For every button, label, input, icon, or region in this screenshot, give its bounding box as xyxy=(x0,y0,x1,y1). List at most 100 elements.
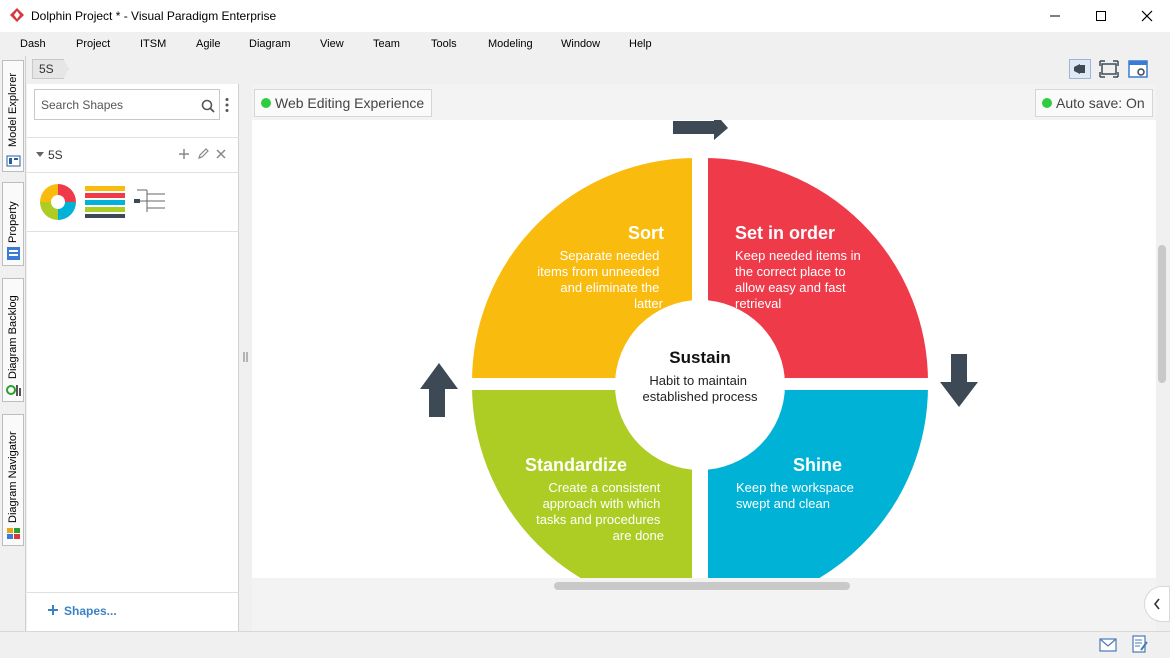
set-in-order-text-line: allow easy and fast xyxy=(735,280,846,295)
status-dot-icon xyxy=(261,98,271,108)
search-box xyxy=(34,89,220,120)
menu-tools[interactable]: Tools xyxy=(431,38,457,50)
tab-property[interactable]: Property xyxy=(2,182,24,266)
shine-text-line: swept and clean xyxy=(736,496,830,511)
property-icon xyxy=(7,247,20,260)
search-icon[interactable] xyxy=(201,99,215,113)
panel-splitter[interactable] xyxy=(239,84,252,631)
horizontal-scrollbar[interactable] xyxy=(554,582,850,590)
menu-window[interactable]: Window xyxy=(561,38,600,50)
document-edit-icon[interactable] xyxy=(1132,635,1148,653)
diagram-canvas[interactable]: Sort Separate needed items from unneeded… xyxy=(252,120,1156,578)
menu-modeling[interactable]: Modeling xyxy=(488,38,533,50)
plus-icon[interactable] xyxy=(48,605,58,615)
panel-divider xyxy=(27,137,239,138)
quadrant-title-sort: Sort xyxy=(628,223,664,243)
arrow-left-up[interactable] xyxy=(420,363,458,417)
web-editing-label: Web Editing Experience xyxy=(275,95,425,111)
fit-to-window-icon[interactable] xyxy=(1098,59,1120,79)
splitter-grip-icon xyxy=(243,352,248,362)
menu-agile[interactable]: Agile xyxy=(196,38,220,50)
arrow-top-right[interactable] xyxy=(673,120,728,140)
diagram-toolbar: 5S xyxy=(26,56,1170,84)
5s-list-shape-thumbnail[interactable] xyxy=(85,184,125,220)
standardize-text-line: are done xyxy=(613,528,664,543)
more-options-icon[interactable] xyxy=(224,97,230,113)
left-dock-tabs: Model Explorer Property Diagram Backlog … xyxy=(0,56,26,631)
close-button[interactable] xyxy=(1124,0,1170,32)
vertical-scrollbar-thumb[interactable] xyxy=(1158,245,1166,383)
menu-diagram[interactable]: Diagram xyxy=(249,38,291,50)
remove-icon[interactable] xyxy=(216,149,226,159)
close-icon xyxy=(1141,10,1153,22)
mail-icon[interactable] xyxy=(1099,638,1117,652)
tab-model-explorer-label: Model Explorer xyxy=(7,73,19,147)
autosave-label: Auto save: On xyxy=(1056,95,1145,111)
sort-text-line: latter xyxy=(634,296,664,311)
quadrant-title-standardize: Standardize xyxy=(525,455,627,475)
set-in-order-text-line: retrieval xyxy=(735,296,781,311)
set-in-order-text-line: the correct place to xyxy=(735,264,846,279)
add-shapes-link[interactable]: Shapes... xyxy=(64,604,117,618)
window-title: Dolphin Project * - Visual Paradigm Ente… xyxy=(31,9,277,23)
tab-property-label: Property xyxy=(7,201,19,243)
tab-diagram-navigator[interactable]: Diagram Navigator xyxy=(2,414,24,546)
menu-itsm[interactable]: ITSM xyxy=(140,38,166,50)
center-title: Sustain xyxy=(669,348,730,367)
standardize-text-line: Create a consistent xyxy=(548,480,660,495)
5s-tree-shape-thumbnail[interactable] xyxy=(133,186,169,216)
5s-wheel-shape-thumbnail[interactable] xyxy=(38,182,78,222)
megaphone-icon[interactable] xyxy=(1069,59,1091,79)
menu-bar: Dash Project ITSM Agile Diagram View Tea… xyxy=(0,32,1170,56)
center-text: Habit to maintain established process xyxy=(643,373,758,404)
shape-category-label[interactable]: 5S xyxy=(48,148,63,162)
quadrant-title-shine: Shine xyxy=(793,455,842,475)
shapes-panel: 5S Shapes... xyxy=(27,84,239,631)
sort-text-line: items from unneeded xyxy=(537,264,659,279)
edit-icon[interactable] xyxy=(197,148,209,160)
title-bar: Dolphin Project * - Visual Paradigm Ente… xyxy=(0,0,1170,32)
center-text-line: Habit to maintain xyxy=(649,373,747,388)
minimize-button[interactable] xyxy=(1032,0,1078,32)
layout-settings-icon[interactable] xyxy=(1127,59,1149,79)
collapse-arrow-icon[interactable] xyxy=(35,151,45,159)
visual-paradigm-logo-icon xyxy=(10,8,24,22)
sort-text-line: and eliminate the xyxy=(560,280,659,295)
search-shapes-input[interactable] xyxy=(41,96,191,114)
tab-diagram-navigator-label: Diagram Navigator xyxy=(7,431,19,523)
5s-diagram: Sort Separate needed items from unneeded… xyxy=(420,120,978,578)
chevron-left-icon xyxy=(1153,598,1160,610)
web-editing-badge[interactable]: Web Editing Experience xyxy=(254,89,433,117)
model-explorer-icon xyxy=(6,155,21,167)
menu-project[interactable]: Project xyxy=(76,38,110,50)
center-text-line: established process xyxy=(643,389,758,404)
menu-team[interactable]: Team xyxy=(373,38,400,50)
maximize-button[interactable] xyxy=(1078,0,1124,32)
minimize-icon xyxy=(1050,15,1060,17)
status-dot-icon xyxy=(1042,98,1052,108)
sort-text-line: Separate needed xyxy=(560,248,660,263)
arrow-right-down[interactable] xyxy=(940,354,978,407)
diagram-canvas-area: Sort Separate needed items from unneeded… xyxy=(252,84,1156,631)
diagram-navigator-icon xyxy=(7,528,20,539)
panel-divider xyxy=(27,231,239,232)
status-bar xyxy=(0,631,1170,658)
tab-diagram-backlog[interactable]: Diagram Backlog xyxy=(2,278,24,402)
tab-model-explorer[interactable]: Model Explorer xyxy=(2,60,24,172)
menu-help[interactable]: Help xyxy=(629,38,652,50)
shine-text-line: Keep the workspace xyxy=(736,480,854,495)
diagram-backlog-icon xyxy=(6,385,21,396)
set-in-order-text-line: Keep needed items in xyxy=(735,248,861,263)
panel-divider xyxy=(27,172,239,173)
maximize-icon xyxy=(1096,11,1106,21)
autosave-badge[interactable]: Auto save: On xyxy=(1035,89,1153,117)
standardize-text-line: tasks and procedures xyxy=(536,512,661,527)
panel-divider xyxy=(27,592,239,593)
menu-dash[interactable]: Dash xyxy=(20,38,46,50)
tab-diagram-backlog-label: Diagram Backlog xyxy=(7,295,19,379)
breadcrumb[interactable]: 5S xyxy=(32,59,69,79)
add-icon[interactable] xyxy=(178,148,190,160)
quadrant-title-set-in-order: Set in order xyxy=(735,223,835,243)
standardize-text-line: approach with which xyxy=(543,496,661,511)
menu-view[interactable]: View xyxy=(320,38,344,50)
